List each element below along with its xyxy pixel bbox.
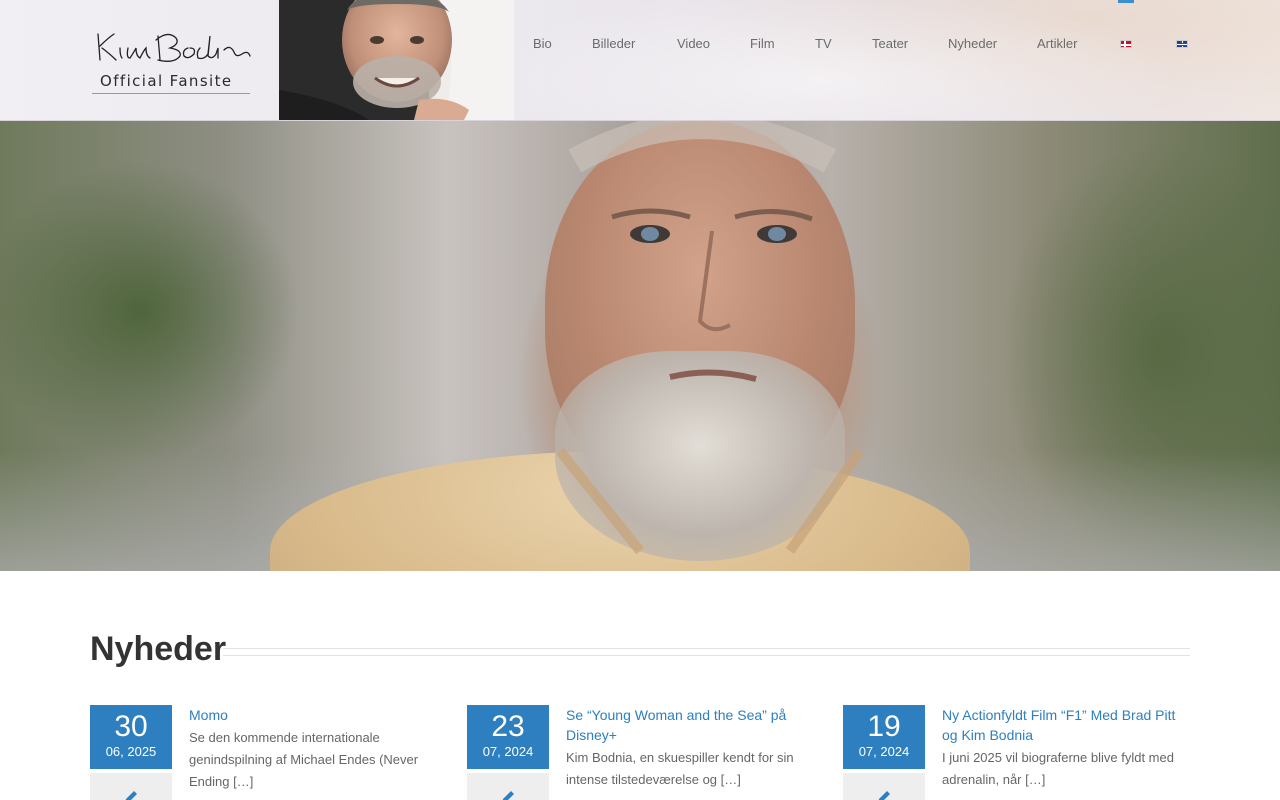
post-date-day: 30 [114, 710, 148, 743]
post-excerpt: I juni 2025 vil biograferne blive fyldt … [942, 750, 1174, 787]
nav-artikler[interactable]: Artikler [1037, 36, 1077, 51]
site-logo[interactable]: Official Fansite [90, 24, 260, 96]
portrait-drawing [279, 0, 514, 120]
hero-image [0, 121, 1280, 571]
post-format-box[interactable] [843, 773, 925, 800]
post-date-box: 30 06, 2025 [90, 705, 172, 769]
post-date-month-year: 07, 2024 [858, 744, 910, 759]
active-language-indicator [1118, 0, 1134, 3]
hero-face-details [556, 121, 865, 555]
danish-flag-icon[interactable] [1120, 40, 1132, 48]
post-date-day: 23 [491, 710, 525, 743]
header-portrait-image [279, 0, 514, 120]
post-title-link[interactable]: Momo [189, 705, 434, 725]
post-date-month-year: 07, 2024 [482, 744, 534, 759]
nav-billeder[interactable]: Billeder [592, 36, 635, 51]
nav-nyheder[interactable]: Nyheder [948, 36, 997, 51]
english-flag-icon[interactable] [1176, 40, 1188, 48]
news-post-3: 19 07, 2024 Ny Actionfyldt Film “F1” Med… [843, 705, 1183, 800]
news-section-heading: Nyheder [90, 630, 227, 668]
heading-separator [223, 648, 1190, 656]
post-title-link[interactable]: Se “Young Woman and the Sea” på Disney+ [566, 705, 811, 745]
signature-logo [97, 33, 251, 62]
nav-bio[interactable]: Bio [533, 36, 552, 51]
nav-teater[interactable]: Teater [872, 36, 908, 51]
post-date-day: 19 [867, 710, 901, 743]
post-date-box: 19 07, 2024 [843, 705, 925, 769]
news-post-2: 23 07, 2024 Se “Young Woman and the Sea”… [467, 705, 807, 800]
pencil-icon [502, 791, 514, 800]
logo-underline [92, 93, 250, 94]
post-format-box[interactable] [467, 773, 549, 800]
post-date-month-year: 06, 2025 [105, 744, 157, 759]
nav-tv[interactable]: TV [815, 36, 832, 51]
pencil-icon [878, 791, 890, 800]
post-format-box[interactable] [90, 773, 172, 800]
site-header: Official Fansite Bio Billeder Video Film… [0, 0, 1280, 121]
post-date-box: 23 07, 2024 [467, 705, 549, 769]
post-excerpt: Kim Bodnia, en skuespiller kendt for sin… [566, 750, 794, 787]
nav-video[interactable]: Video [677, 36, 710, 51]
news-post-1: 30 06, 2025 Momo Se den kommende interna… [90, 705, 430, 800]
post-excerpt: Se den kommende internationale genindspi… [189, 730, 419, 789]
logo-subtitle: Official Fansite [100, 72, 233, 90]
post-title-link[interactable]: Ny Actionfyldt Film “F1” Med Brad Pitt o… [942, 705, 1187, 745]
pencil-icon [125, 791, 137, 800]
nav-film[interactable]: Film [750, 36, 775, 51]
